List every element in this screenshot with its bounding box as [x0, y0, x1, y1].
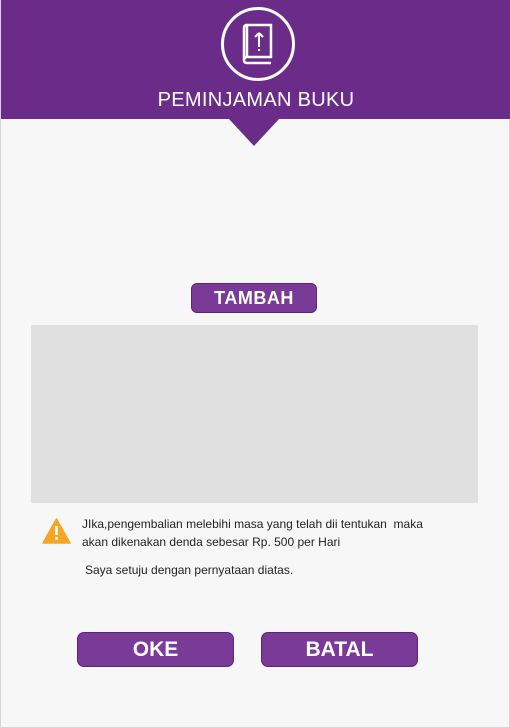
- page-title: PEMINJAMAN BUKU: [157, 89, 355, 111]
- warning-icon: [42, 518, 71, 544]
- header-bar: PEMINJAMAN BUKU: [1, 0, 510, 119]
- warning-line-1: JIka,pengembalian melebihi masa yang tel…: [82, 517, 423, 531]
- agreement-text: Saya setuju dengan pernyataan diatas.: [85, 563, 294, 577]
- logo-circle: [221, 7, 295, 81]
- header-pointer: [229, 119, 279, 146]
- late-fee-warning: JIka,pengembalian melebihi masa yang tel…: [82, 515, 462, 551]
- cancel-button[interactable]: BATAL: [261, 632, 418, 667]
- borrowed-books-list[interactable]: [31, 325, 478, 503]
- warning-line-2: akan dikenakan denda sebesar Rp. 500 per…: [82, 535, 341, 549]
- ok-button[interactable]: OKE: [77, 632, 234, 667]
- book-upload-icon: [242, 23, 273, 65]
- add-button[interactable]: TAMBAH: [191, 283, 317, 313]
